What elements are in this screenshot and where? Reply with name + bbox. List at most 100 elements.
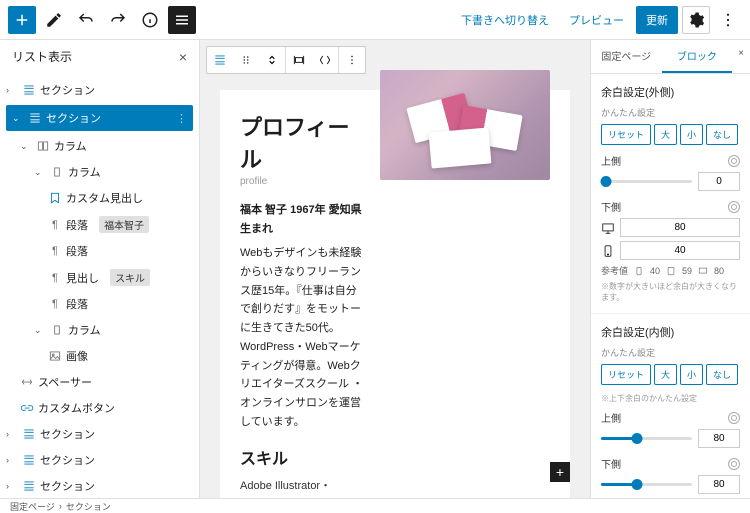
crumb-block[interactable]: セクション [66, 500, 111, 513]
bottom-margin-label: 下側 [601, 199, 621, 214]
drag-handle-button[interactable] [233, 47, 259, 73]
preset-reset-button[interactable]: リセット [601, 124, 651, 145]
desktop-icon [698, 266, 708, 276]
tree-item-column[interactable]: ⌄カラム [0, 159, 199, 185]
easy-label: かんたん設定 [601, 346, 740, 359]
tree-item-image[interactable]: 画像 [0, 343, 199, 369]
preset-small-button[interactable]: 小 [680, 364, 703, 385]
bottom-margin-desktop-input[interactable] [620, 218, 740, 237]
preset-small-button[interactable]: 小 [680, 124, 703, 145]
tab-page[interactable]: 固定ページ [591, 40, 662, 73]
preset-large-button[interactable]: 大 [654, 364, 677, 385]
settings-button[interactable] [682, 6, 710, 34]
align-button[interactable] [286, 47, 312, 73]
undo-button[interactable] [72, 6, 100, 34]
move-button[interactable] [259, 47, 285, 73]
inner-bottom-input[interactable] [698, 475, 740, 494]
top-margin-label: 上側 [601, 153, 621, 168]
block-type-button[interactable] [207, 47, 233, 73]
chevron-right-icon: › [59, 501, 62, 511]
info-button[interactable] [136, 6, 164, 34]
list-view-title: リスト表示 [12, 48, 72, 65]
preset-large-button[interactable]: 大 [654, 124, 677, 145]
tree-item-paragraph[interactable]: ¶段落 [0, 291, 199, 317]
tree-item-heading[interactable]: ¶見出し スキル [0, 264, 199, 291]
more-icon[interactable]: ⋮ [176, 112, 187, 125]
reset-icon[interactable] [728, 201, 740, 213]
author-name[interactable]: 福本 智子 1967年 愛知県生まれ [240, 204, 362, 235]
tree-item-section[interactable]: ›セクション [0, 473, 199, 498]
tree-item-paragraph[interactable]: ¶段落 福本智子 [0, 211, 199, 238]
more-menu-button[interactable] [714, 6, 742, 34]
tree-label: セクション [40, 426, 95, 442]
inner-top-slider[interactable] [601, 437, 692, 440]
reset-icon[interactable] [728, 155, 740, 167]
tree-item-spacer[interactable]: スペーサー [0, 369, 199, 395]
inner-hint: ※上下余白のかんたん設定 [601, 393, 740, 404]
inner-top-label: 上側 [601, 410, 621, 425]
mobile-icon [601, 244, 615, 258]
close-icon[interactable]: × [179, 49, 187, 65]
tree-label: カスタム見出し [66, 190, 143, 206]
crumb-page[interactable]: 固定ページ [10, 500, 55, 513]
tree-item-custom-button[interactable]: カスタムボタン [0, 395, 199, 421]
edit-mode-button[interactable] [40, 6, 68, 34]
list-view-button[interactable] [168, 6, 196, 34]
skill-heading[interactable]: スキル [240, 445, 364, 469]
mobile-icon [634, 266, 644, 276]
tree-label: カラム [54, 138, 87, 154]
tree-label: 段落 [66, 243, 88, 259]
redo-button[interactable] [104, 6, 132, 34]
block-toolbar [206, 46, 366, 74]
tree-item-paragraph[interactable]: ¶段落 [0, 238, 199, 264]
block-inserter-button[interactable]: + [550, 462, 570, 482]
tree-item-section[interactable]: ›セクション [0, 77, 199, 103]
tree-label: 画像 [66, 348, 88, 364]
editor-canvas: プロフィール profile 福本 智子 1967年 愛知県生まれ Webもデザ… [200, 40, 590, 498]
inserter-toggle-button[interactable] [8, 6, 36, 34]
preset-none-button[interactable]: なし [706, 124, 738, 145]
tablet-icon [666, 266, 676, 276]
profile-heading[interactable]: プロフィール [240, 110, 364, 174]
ref-label: 参考値 [601, 264, 628, 277]
tree-label: セクション [40, 478, 95, 494]
inner-bottom-slider[interactable] [601, 483, 692, 486]
tree-item-custom-heading[interactable]: カスタム見出し [0, 185, 199, 211]
top-margin-slider[interactable] [601, 180, 692, 183]
inner-top-input[interactable] [698, 429, 740, 448]
tree-label: カスタムボタン [38, 400, 115, 416]
profile-image[interactable] [380, 70, 550, 180]
tree-label: スペーサー [38, 374, 92, 390]
block-more-button[interactable] [339, 47, 365, 73]
preview-link[interactable]: プレビュー [561, 6, 632, 34]
tree-label: 段落 [66, 296, 88, 312]
reset-icon[interactable] [728, 458, 740, 470]
tree-label: セクション [46, 110, 101, 126]
profile-body[interactable]: Webもデザインも未経験からいきなりフリーランス歴15年。『仕事は自分で創りだす… [240, 244, 364, 431]
tree-item-column[interactable]: ⌄カラム [0, 317, 199, 343]
margin-hint: ※数字が大きいほど余白が大きくなります。 [601, 281, 740, 303]
tree-label: 段落 [66, 217, 88, 233]
tree-item-section[interactable]: ›セクション [0, 421, 199, 447]
skill-list[interactable]: Adobe Illustrator・Photoshop ／ HTML・CSS ／… [240, 477, 364, 498]
tree-item-section-selected[interactable]: ⌄セクション⋮ [6, 105, 193, 131]
tree-label: セクション [40, 452, 95, 468]
profile-subtitle: profile [240, 176, 364, 187]
tab-block[interactable]: ブロック [662, 40, 733, 73]
tree-item-section[interactable]: ›セクション [0, 447, 199, 473]
list-view-sidebar: リスト表示 × ›セクション ⌄セクション⋮ ⌄カラム ⌄カラム カスタム見出し… [0, 40, 200, 498]
reset-icon[interactable] [728, 412, 740, 424]
update-button[interactable]: 更新 [636, 6, 678, 34]
bottom-margin-mobile-input[interactable] [620, 241, 740, 260]
fullwidth-button[interactable] [312, 47, 338, 73]
preset-reset-button[interactable]: リセット [601, 364, 651, 385]
close-settings-icon[interactable]: × [732, 40, 750, 73]
tree-item-columns[interactable]: ⌄カラム [0, 133, 199, 159]
top-toolbar: 下書きへ切り替え プレビュー 更新 [0, 0, 750, 40]
top-margin-input[interactable] [698, 172, 740, 191]
tree-label: セクション [40, 82, 95, 98]
preset-none-button[interactable]: なし [706, 364, 738, 385]
switch-to-draft-link[interactable]: 下書きへ切り替え [453, 6, 557, 34]
desktop-icon [601, 221, 615, 235]
inner-bottom-label: 下側 [601, 456, 621, 471]
